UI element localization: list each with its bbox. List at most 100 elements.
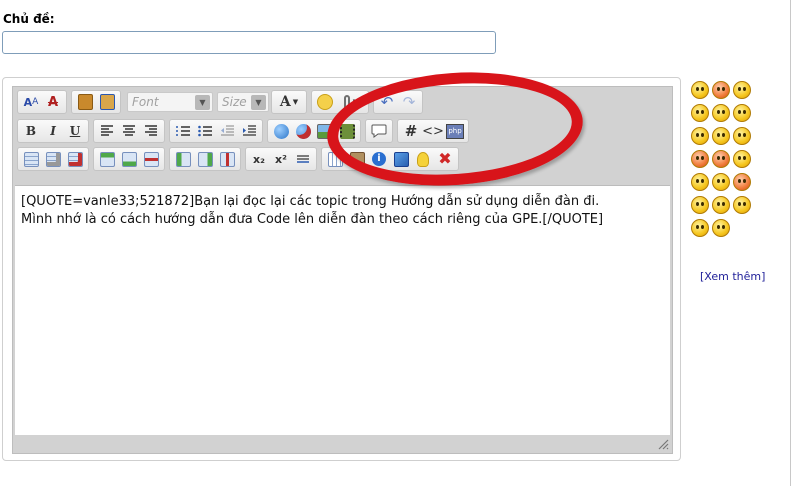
message-textarea[interactable]: [QUOTE=vanle33;521872]Bạn lại đọc lại cá… [15, 185, 670, 435]
font-select-label: Font [132, 95, 159, 109]
toolbar-group-cols [169, 147, 241, 171]
lightbulb-icon[interactable] [413, 149, 433, 169]
small-smiley-icon[interactable] [733, 150, 751, 168]
chevron-down-icon: ▼ [195, 94, 210, 110]
italic-button[interactable]: I [43, 121, 63, 141]
wink-smiley-icon[interactable] [691, 196, 709, 214]
info-icon[interactable]: i [369, 149, 389, 169]
shock-smiley-icon[interactable] [691, 150, 709, 168]
worried-smiley-icon[interactable] [691, 104, 709, 122]
toolbar-group-media [267, 119, 361, 143]
toolbar-group-history: ↶ ↷ [373, 90, 423, 114]
rich-text-editor: AA A Font ▼ Size ▼ A ▼ ▼ ↶ ↷ B I U # <> … [2, 77, 681, 461]
note-icon[interactable] [391, 149, 411, 169]
table-icon[interactable] [21, 149, 41, 169]
toolbar-group-tables [17, 147, 89, 171]
ordered-list-icon[interactable] [173, 121, 193, 141]
grin-smiley-icon[interactable] [712, 104, 730, 122]
underline-button[interactable]: U [65, 121, 85, 141]
bold-button[interactable]: B [21, 121, 41, 141]
smiley-icon[interactable] [691, 81, 709, 99]
align-left-icon[interactable] [97, 121, 117, 141]
subject-input[interactable] [2, 31, 496, 54]
toolbar-group-clipboard [71, 90, 121, 114]
mad-smiley-icon[interactable] [733, 173, 751, 191]
toolbar-group-style: B I U [17, 119, 89, 143]
sleepy-smiley-icon[interactable] [712, 173, 730, 191]
insert-col-after-icon[interactable] [195, 149, 215, 169]
size-select-label: Size [222, 95, 247, 109]
html-code-button[interactable]: <> [422, 121, 444, 141]
insert-video-icon[interactable] [337, 121, 357, 141]
paste-icon[interactable] [75, 92, 95, 112]
quote-icon[interactable] [369, 121, 389, 141]
remove-link-icon[interactable] [293, 121, 313, 141]
shy-smiley-icon[interactable] [691, 219, 709, 237]
subscript-button[interactable]: x₂ [249, 149, 269, 169]
toolbar-group-rows [93, 147, 165, 171]
delete-table-icon[interactable] [65, 149, 85, 169]
clear-format-icon[interactable]: A [43, 92, 63, 112]
toolbar-group-align [93, 119, 165, 143]
toolbar-row-2: B I U # <> php [17, 119, 473, 143]
cool-smiley-icon[interactable] [733, 196, 751, 214]
insert-row-below-icon[interactable] [119, 149, 139, 169]
undo-icon[interactable]: ↶ [377, 92, 397, 112]
attachment-icon[interactable]: ▼ [337, 92, 365, 112]
surprised-smiley-icon[interactable] [691, 127, 709, 145]
more-smilies-link[interactable]: [Xem thêm] [700, 270, 765, 283]
grid-icon[interactable] [325, 149, 345, 169]
size-select[interactable]: Size ▼ [217, 92, 269, 112]
dance-smiley-icon[interactable] [691, 173, 709, 191]
paste-word-icon[interactable] [97, 92, 117, 112]
toolbar-group-lists [169, 119, 263, 143]
toolbar-row-3: x₂ x² i ✖ [17, 147, 463, 171]
confused-smiley-icon[interactable] [712, 219, 730, 237]
smiley-icon[interactable] [315, 92, 335, 112]
align-center-icon[interactable] [119, 121, 139, 141]
smilies-panel [690, 80, 762, 241]
php-code-button[interactable]: php [445, 121, 465, 141]
chevron-down-icon: ▼ [251, 94, 266, 110]
delete-col-icon[interactable] [217, 149, 237, 169]
message-line-2: Mình nhớ là có cách hướng dẫn đưa Code l… [21, 212, 604, 227]
editor-body: AA A Font ▼ Size ▼ A ▼ ▼ ↶ ↷ B I U # <> … [12, 86, 673, 454]
font-select[interactable]: Font ▼ [127, 92, 213, 112]
smirk-smiley-icon[interactable] [712, 196, 730, 214]
align-right-icon[interactable] [141, 121, 161, 141]
remove-format-icon[interactable]: AA [21, 92, 41, 112]
text-color-button[interactable]: A ▼ [275, 92, 303, 112]
toolbar-group-misc: i ✖ [321, 147, 459, 171]
teeth-smiley-icon[interactable] [733, 127, 751, 145]
toolbar-group-quote [365, 119, 393, 143]
insert-col-before-icon[interactable] [173, 149, 193, 169]
insert-image-icon[interactable] [315, 121, 335, 141]
delete-row-icon[interactable] [141, 149, 161, 169]
map-icon[interactable] [347, 149, 367, 169]
toolbar-group-code: # <> php [397, 119, 469, 143]
love-smiley-icon[interactable] [712, 150, 730, 168]
close-icon[interactable]: ✖ [435, 149, 455, 169]
angry-smiley-icon[interactable] [712, 81, 730, 99]
redo-icon[interactable]: ↷ [399, 92, 419, 112]
unordered-list-icon[interactable] [195, 121, 215, 141]
indent-icon[interactable] [239, 121, 259, 141]
page-divider [790, 0, 791, 486]
outdent-icon[interactable] [217, 121, 237, 141]
toolbar-row-1: AA A Font ▼ Size ▼ A ▼ ▼ ↶ ↷ [17, 90, 427, 114]
superscript-button[interactable]: x² [271, 149, 291, 169]
resize-handle-icon[interactable] [657, 438, 669, 450]
subject-label: Chủ đề: [3, 12, 55, 26]
horizontal-rule-icon[interactable] [293, 149, 313, 169]
toolbar-group-insert: ▼ [311, 90, 369, 114]
toolbar-group-format: AA A [17, 90, 67, 114]
toolbar-group-script: x₂ x² [245, 147, 317, 171]
insert-link-icon[interactable] [271, 121, 291, 141]
cry-smiley-icon[interactable] [712, 127, 730, 145]
wrap-code-button[interactable]: # [401, 121, 421, 141]
table-props-icon[interactable] [43, 149, 63, 169]
laugh-smiley-icon[interactable] [733, 81, 751, 99]
glasses-smiley-icon[interactable] [733, 104, 751, 122]
insert-row-above-icon[interactable] [97, 149, 117, 169]
message-line-1: [QUOTE=vanle33;521872]Bạn lại đọc lại cá… [21, 194, 600, 209]
